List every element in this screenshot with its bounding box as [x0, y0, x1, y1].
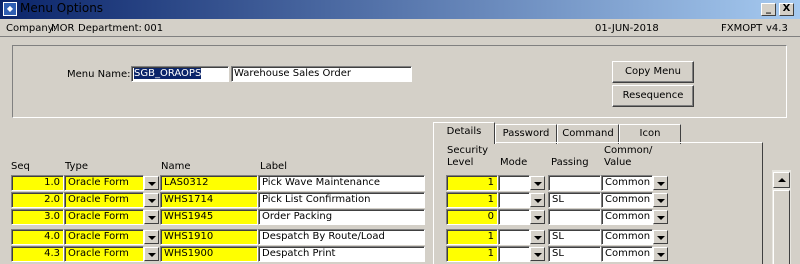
- row-label[interactable]: Order Packing: [258, 209, 425, 225]
- chevron-down-icon[interactable]: [530, 210, 545, 224]
- row-common[interactable]: Common: [601, 175, 653, 191]
- row-type[interactable]: Oracle Form: [64, 229, 144, 245]
- row-mode[interactable]: [498, 246, 530, 262]
- chevron-down-icon[interactable]: [144, 176, 159, 190]
- row-passing[interactable]: SL: [548, 192, 601, 208]
- row-label[interactable]: Despatch By Route/Load: [258, 229, 425, 245]
- row-common[interactable]: Common: [601, 229, 653, 245]
- row-seq[interactable]: 4.3: [11, 246, 64, 262]
- column-header-mode: Mode: [500, 157, 528, 168]
- close-button[interactable]: X: [779, 3, 794, 16]
- row-type[interactable]: Oracle Form: [64, 192, 144, 208]
- chevron-down-icon[interactable]: [530, 176, 545, 190]
- row-passing[interactable]: [548, 209, 601, 225]
- row-security-level[interactable]: 1: [446, 192, 498, 208]
- row-name[interactable]: WHS1900: [160, 246, 258, 262]
- title-bar[interactable]: ◆ Menu Options _ X: [0, 0, 800, 19]
- column-header-label: Label: [260, 161, 287, 172]
- row-passing[interactable]: [548, 175, 601, 191]
- window-title: Menu Options: [20, 1, 104, 15]
- resequence-button[interactable]: Resequence: [612, 85, 694, 107]
- row-common[interactable]: Common: [601, 209, 653, 225]
- tab-command[interactable]: Command: [557, 124, 619, 144]
- tab-details[interactable]: Details: [433, 122, 495, 144]
- row-mode[interactable]: [498, 229, 530, 245]
- row-mode[interactable]: [498, 175, 530, 191]
- tab-password[interactable]: Password: [495, 124, 557, 144]
- vertical-scrollbar[interactable]: [771, 170, 791, 264]
- chevron-down-icon[interactable]: [653, 230, 668, 244]
- row-common[interactable]: Common: [601, 192, 653, 208]
- column-header-security-2: Level: [447, 157, 474, 168]
- column-header-passing: Passing: [551, 157, 589, 168]
- row-type[interactable]: Oracle Form: [64, 175, 144, 191]
- column-header-security-1: Security: [447, 145, 489, 156]
- copy-menu-button[interactable]: Copy Menu: [612, 61, 694, 83]
- row-label[interactable]: Pick Wave Maintenance: [258, 175, 425, 191]
- menu-description-input[interactable]: Warehouse Sales Order: [231, 66, 412, 82]
- row-name[interactable]: LAS0312: [160, 175, 258, 191]
- row-passing[interactable]: SL: [548, 229, 601, 245]
- chevron-down-icon[interactable]: [144, 193, 159, 207]
- row-label[interactable]: Pick List Confirmation: [258, 192, 425, 208]
- version: v4.3: [766, 23, 788, 34]
- row-security-level[interactable]: 0: [446, 209, 498, 225]
- column-header-type: Type: [65, 161, 88, 172]
- company-value: MOR: [51, 23, 75, 34]
- minimize-button[interactable]: _: [761, 3, 776, 16]
- row-security-level[interactable]: 1: [446, 229, 498, 245]
- department-value: 001: [144, 23, 164, 34]
- company-label: Company:: [6, 23, 57, 34]
- context-bar: Company: MOR Department: 001 01-JUN-2018…: [0, 20, 800, 37]
- chevron-down-icon[interactable]: [144, 230, 159, 244]
- row-seq[interactable]: 1.0: [11, 175, 64, 191]
- chevron-down-icon[interactable]: [144, 210, 159, 224]
- row-name[interactable]: WHS1910: [160, 229, 258, 245]
- scroll-thumb[interactable]: [773, 190, 790, 264]
- chevron-down-icon[interactable]: [653, 210, 668, 224]
- chevron-down-icon[interactable]: [653, 176, 668, 190]
- column-header-name: Name: [161, 161, 191, 172]
- row-passing[interactable]: SL: [548, 246, 601, 262]
- chevron-down-icon[interactable]: [653, 193, 668, 207]
- row-mode[interactable]: [498, 209, 530, 225]
- row-label[interactable]: Despatch Print: [258, 246, 425, 262]
- chevron-down-icon[interactable]: [653, 247, 668, 261]
- column-header-common-1: Common/: [604, 145, 653, 156]
- date-display: 01-JUN-2018: [595, 23, 659, 34]
- department-label: Department:: [78, 23, 142, 34]
- scroll-up-icon[interactable]: [773, 172, 790, 188]
- row-security-level[interactable]: 1: [446, 175, 498, 191]
- chevron-down-icon[interactable]: [530, 193, 545, 207]
- column-header-seq: Seq: [11, 161, 30, 172]
- menu-name-input[interactable]: SGB_ORAOPS: [131, 66, 229, 82]
- row-seq[interactable]: 3.0: [11, 209, 64, 225]
- row-seq[interactable]: 4.0: [11, 229, 64, 245]
- row-type[interactable]: Oracle Form: [64, 246, 144, 262]
- row-name[interactable]: WHS1945: [160, 209, 258, 225]
- row-mode[interactable]: [498, 192, 530, 208]
- row-name[interactable]: WHS1714: [160, 192, 258, 208]
- chevron-down-icon[interactable]: [530, 230, 545, 244]
- chevron-down-icon[interactable]: [530, 247, 545, 261]
- app-icon: ◆: [3, 2, 17, 16]
- row-common[interactable]: Common: [601, 246, 653, 262]
- row-type[interactable]: Oracle Form: [64, 209, 144, 225]
- chevron-down-icon[interactable]: [144, 247, 159, 261]
- row-security-level[interactable]: 1: [446, 246, 498, 262]
- menu-options-window: ◆ Menu Options _ X Company: MOR Departme…: [0, 0, 800, 264]
- form-code: FXMOPT: [721, 23, 763, 34]
- column-header-common-2: Value: [604, 157, 632, 168]
- menu-name-label: Menu Name:: [67, 69, 131, 80]
- row-seq[interactable]: 2.0: [11, 192, 64, 208]
- tab-icon[interactable]: Icon: [619, 124, 681, 144]
